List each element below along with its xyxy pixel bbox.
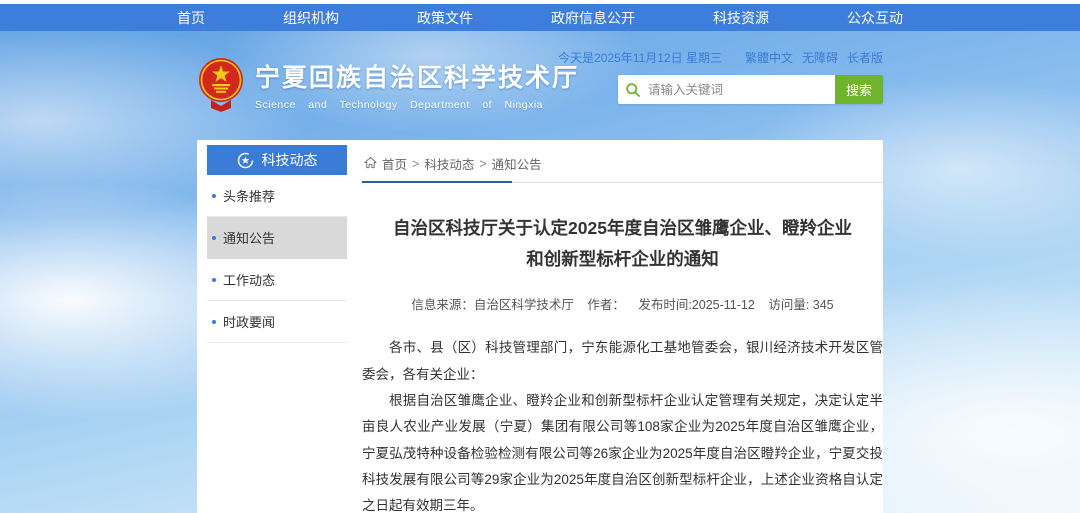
- star-circle-icon: [237, 152, 254, 169]
- current-date: 今天是2025年11月12日 星期三: [558, 49, 722, 66]
- search-bar: 搜索: [618, 75, 883, 104]
- sidebar-item-label: 头条推荐: [223, 186, 275, 205]
- nav-item-resources[interactable]: 科技资源: [713, 8, 769, 28]
- link-traditional-chinese[interactable]: 繁體中文: [745, 49, 793, 66]
- bullet-icon: [212, 194, 216, 198]
- search-icon: [618, 75, 648, 104]
- site-title-group: 宁夏回族自治区科学技术厅 Science and Technology Depa…: [255, 58, 579, 111]
- main-nav: 首页 组织机构 政策文件 政府信息公开 科技资源 公众互动: [0, 0, 1080, 31]
- link-accessibility[interactable]: 无障碍: [802, 49, 838, 66]
- link-elder-version[interactable]: 长者版: [847, 49, 883, 66]
- article-paragraph: 根据自治区雏鹰企业、瞪羚企业和创新型标杆企业认定管理有关规定，决定认定半亩良人农…: [362, 388, 883, 513]
- nav-item-policy[interactable]: 政策文件: [417, 8, 473, 28]
- article-paragraph: 各市、县（区）科技管理部门，宁东能源化工基地管委会，银川经济技术开发区管委会，各…: [362, 335, 883, 388]
- article-body: 各市、县（区）科技管理部门，宁东能源化工基地管委会，银川经济技术开发区管委会，各…: [362, 335, 883, 513]
- sidebar: 科技动态 头条推荐 通知公告 工作动态 时政要闻: [207, 145, 347, 513]
- sidebar-item-label: 通知公告: [223, 228, 275, 247]
- nav-item-home[interactable]: 首页: [177, 8, 205, 28]
- breadcrumb-tech-news[interactable]: 科技动态: [424, 154, 474, 173]
- sidebar-title: 科技动态: [262, 150, 318, 170]
- sidebar-item-work-trends[interactable]: 工作动态: [207, 259, 347, 301]
- national-emblem-logo: [197, 56, 245, 112]
- site-header: 宁夏回族自治区科学技术厅 Science and Technology Depa…: [0, 31, 1080, 140]
- site-subtitle: Science and Technology Department of Nin…: [255, 99, 579, 111]
- sidebar-item-label: 工作动态: [223, 270, 275, 289]
- article-title-line2: 和创新型标杆企业的通知: [362, 244, 883, 275]
- meta-author: 作者：: [587, 298, 625, 312]
- home-icon: [364, 156, 377, 172]
- nav-item-organization[interactable]: 组织机构: [283, 8, 339, 28]
- bullet-icon: [212, 320, 216, 324]
- breadcrumb-home[interactable]: 首页: [382, 154, 407, 173]
- search-button[interactable]: 搜索: [835, 75, 883, 104]
- meta-visits: 访问量: 345: [768, 298, 833, 312]
- sidebar-item-headlines[interactable]: 头条推荐: [207, 175, 347, 217]
- article-meta: 信息来源：自治区科学技术厅 作者： 发布时间:2025-11-12 访问量: 3…: [362, 294, 883, 313]
- sidebar-item-notices[interactable]: 通知公告: [207, 217, 347, 259]
- meta-source: 信息来源：自治区科学技术厅: [411, 298, 574, 312]
- sidebar-item-current-politics[interactable]: 时政要闻: [207, 301, 347, 343]
- breadcrumb-notices[interactable]: 通知公告: [492, 154, 542, 173]
- sidebar-header: 科技动态: [207, 145, 347, 175]
- nav-item-gov-info[interactable]: 政府信息公开: [551, 8, 635, 28]
- site-brand: 宁夏回族自治区科学技术厅 Science and Technology Depa…: [197, 56, 579, 112]
- article-title: 自治区科技厅关于认定2025年度自治区雏鹰企业、瞪羚企业 和创新型标杆企业的通知: [362, 213, 883, 274]
- sidebar-item-label: 时政要闻: [223, 312, 275, 331]
- site-title: 宁夏回族自治区科学技术厅: [255, 58, 579, 94]
- breadcrumb: 首页 > 科技动态 > 通知公告: [362, 145, 883, 183]
- meta-publish-time: 发布时间:2025-11-12: [638, 298, 755, 312]
- bullet-icon: [212, 236, 216, 240]
- breadcrumb-separator: >: [412, 157, 419, 171]
- article-area: 首页 > 科技动态 > 通知公告 自治区科技厅关于认定2025年度自治区雏鹰企业…: [362, 145, 883, 513]
- breadcrumb-separator: >: [479, 157, 486, 171]
- nav-item-interaction[interactable]: 公众互动: [847, 8, 903, 28]
- search-input[interactable]: [648, 75, 835, 104]
- article-title-line1: 自治区科技厅关于认定2025年度自治区雏鹰企业、瞪羚企业: [362, 213, 883, 244]
- bullet-icon: [212, 278, 216, 282]
- content-panel: 科技动态 头条推荐 通知公告 工作动态 时政要闻 首页 > 科技动态 > 通知公…: [197, 140, 883, 513]
